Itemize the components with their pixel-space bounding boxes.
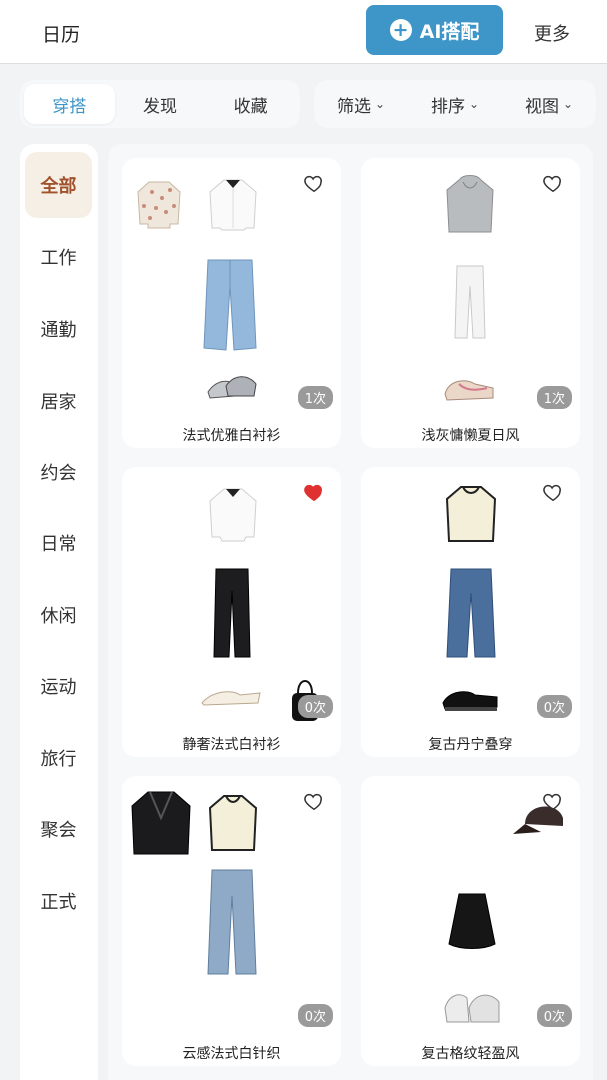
category-home[interactable]: 居家: [25, 368, 92, 434]
sort-dropdown[interactable]: 排序 ⌄: [431, 92, 479, 117]
tab-label: 发现: [143, 96, 177, 117]
white-shirt-image: [209, 179, 257, 231]
tab-label: 穿搭: [52, 96, 87, 117]
tab-label: 收藏: [233, 96, 268, 117]
category-casual[interactable]: 休闲: [25, 582, 92, 648]
chevron-down-icon: ⌄: [374, 97, 386, 111]
white-sandals-image: [444, 994, 500, 1023]
top-bar: 日历 + AI搭配 更多: [0, 0, 607, 64]
heart-outline-icon[interactable]: [542, 481, 564, 503]
black-loafers-image: [442, 691, 498, 711]
category-date[interactable]: 约会: [25, 439, 92, 505]
category-sidebar: 全部 工作 通勤 居家 约会 日常 休闲 运动 旅行 聚会 正式: [20, 144, 98, 1080]
cream-cardigan-image: [208, 795, 258, 851]
category-work[interactable]: 工作: [25, 224, 92, 290]
wear-count-badge: 0次: [536, 695, 572, 718]
black-skirt-image: [448, 893, 496, 949]
sneakers-image: [444, 380, 494, 401]
outfit-card[interactable]: 1次 浅灰慵懒夏日风: [361, 158, 580, 448]
outfit-card[interactable]: 0次 复古丹宁叠穿: [361, 467, 580, 757]
chevron-down-icon: ⌄: [468, 97, 480, 111]
outfit-name: 复古格纹轻盈风: [421, 1046, 520, 1062]
grey-hoodie-image: [446, 175, 494, 233]
view-label: 视图: [524, 96, 559, 117]
more-button[interactable]: 更多: [534, 20, 570, 46]
wear-count-badge: 0次: [297, 695, 333, 718]
chevron-down-icon: ⌄: [562, 97, 574, 111]
sort-label: 排序: [430, 96, 465, 117]
outfit-card[interactable]: 0次 云感法式白针织: [122, 776, 341, 1066]
wear-count-badge: 1次: [297, 386, 333, 409]
light-jeans-image: [203, 259, 257, 351]
outfit-card[interactable]: 0次 静奢法式白衬衫: [122, 467, 341, 757]
outfit-card[interactable]: 1次 法式优雅白衬衫: [122, 158, 341, 448]
wear-count-badge: 1次: [536, 386, 572, 409]
heart-outline-icon[interactable]: [542, 790, 564, 812]
category-all[interactable]: 全部: [25, 152, 92, 218]
category-formal[interactable]: 正式: [25, 868, 92, 934]
view-dropdown[interactable]: 视图 ⌄: [525, 92, 573, 117]
outfit-card[interactable]: 0次 复古格纹轻盈风: [361, 776, 580, 1066]
white-pants-image: [454, 265, 486, 339]
tab-outfits[interactable]: 穿搭: [24, 84, 115, 124]
wear-count-badge: 0次: [536, 1004, 572, 1027]
category-commute[interactable]: 通勤: [25, 296, 92, 362]
filter-dropdown[interactable]: 筛选 ⌄: [337, 92, 385, 117]
floral-blouse-image: [137, 181, 181, 229]
toolbar: 筛选 ⌄ 排序 ⌄ 视图 ⌄: [314, 80, 596, 128]
outfit-name: 浅灰慵懒夏日风: [421, 428, 520, 444]
page-title[interactable]: 日历: [42, 20, 80, 47]
category-party[interactable]: 聚会: [25, 796, 92, 862]
heart-outline-icon[interactable]: [303, 790, 325, 812]
ai-outfit-button[interactable]: + AI搭配: [366, 5, 503, 55]
filter-label: 筛选: [336, 96, 371, 117]
outfit-name: 复古丹宁叠穿: [428, 737, 513, 753]
flat-shoes-image: [201, 691, 261, 706]
heart-outline-icon[interactable]: [303, 172, 325, 194]
tab-discover[interactable]: 发现: [115, 84, 206, 124]
tab-favorites[interactable]: 收藏: [205, 84, 296, 124]
white-shirt-image: [209, 488, 257, 542]
cream-cardigan-image: [445, 486, 497, 542]
heart-filled-icon[interactable]: [303, 481, 325, 503]
category-sports[interactable]: 运动: [25, 653, 92, 719]
category-daily[interactable]: 日常: [25, 510, 92, 576]
plus-icon: +: [389, 19, 412, 41]
black-blazer-image: [131, 791, 191, 855]
outfit-name: 法式优雅白衬衫: [182, 428, 281, 444]
outfit-name: 静奢法式白衬衫: [182, 737, 281, 753]
wear-count-badge: 0次: [297, 1004, 333, 1027]
silver-flats-image: [207, 376, 257, 399]
ai-outfit-button-label: AI搭配: [419, 20, 480, 43]
blue-jeans-image: [446, 568, 496, 658]
tab-bar: 穿搭 发现 收藏: [20, 80, 300, 128]
wide-jeans-image: [207, 869, 257, 975]
black-trousers-image: [213, 568, 251, 658]
outfit-name: 云感法式白针织: [182, 1046, 281, 1062]
heart-outline-icon[interactable]: [542, 172, 564, 194]
category-travel[interactable]: 旅行: [25, 725, 92, 791]
